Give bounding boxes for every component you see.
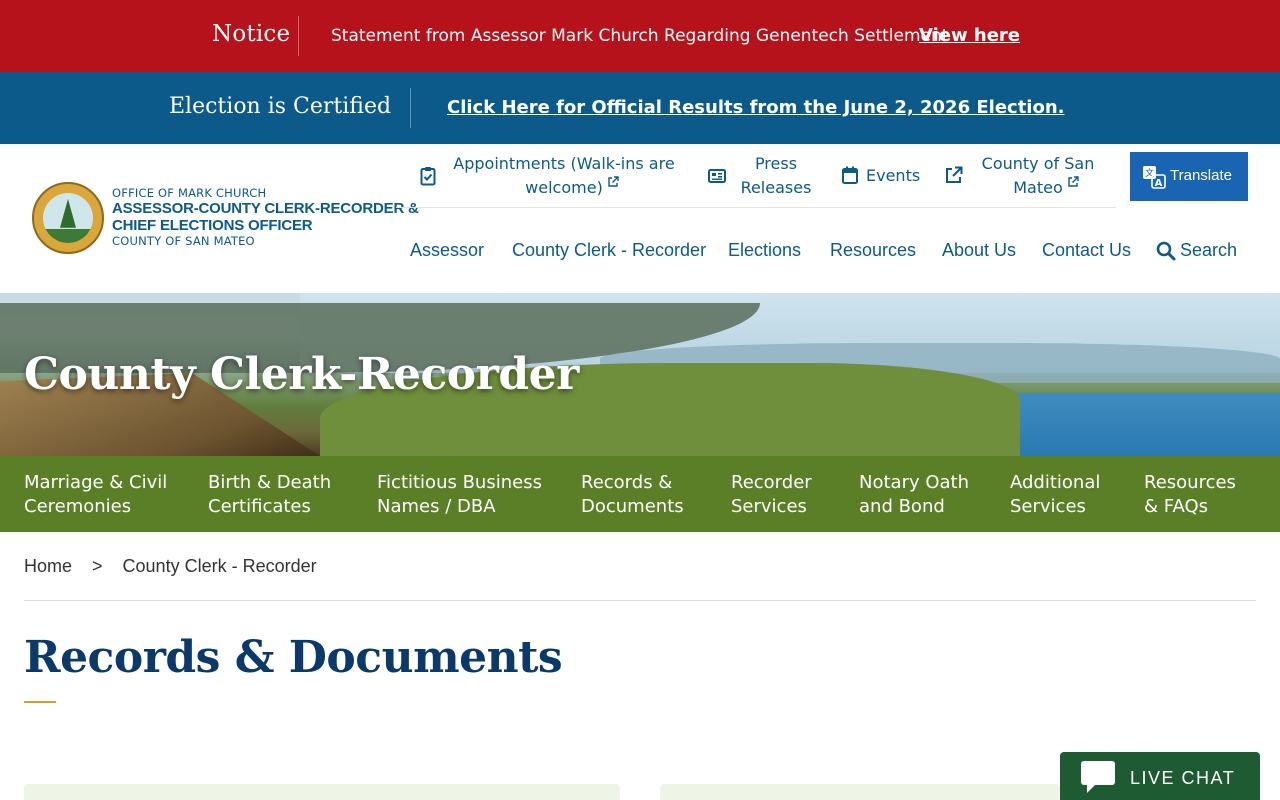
subnav-label: Services <box>1010 496 1086 517</box>
notice-view-link[interactable]: View here <box>919 25 1020 46</box>
calendar-icon <box>842 166 858 184</box>
county-of-san-mateo-link[interactable]: County of San Mateo <box>976 152 1100 200</box>
section-nav: Marriage & Civil Ceremonies Birth & Deat… <box>0 456 1280 532</box>
hero-title: County Clerk-Recorder <box>24 349 579 400</box>
subnav-birth-death[interactable]: Birth & Death Certificates <box>208 471 331 519</box>
press-releases-link[interactable]: Press Releases <box>732 152 820 200</box>
election-label: Election is Certified <box>169 94 392 119</box>
breadcrumb-divider <box>24 600 1256 601</box>
nav-resources[interactable]: Resources <box>830 240 916 261</box>
breadcrumb: Home > County Clerk - Recorder <box>24 556 317 577</box>
chat-bubble-icon <box>1081 761 1115 793</box>
notice-label: Notice <box>212 21 291 47</box>
subnav-resources-faqs[interactable]: Resources & FAQs <box>1144 471 1236 519</box>
appointments-line2: welcome) <box>525 178 603 197</box>
search-icon <box>1156 241 1176 261</box>
breadcrumb-home[interactable]: Home <box>24 556 72 576</box>
external-link-icon <box>946 166 963 183</box>
logo-line-county: COUNTY OF SAN MATEO <box>112 234 255 248</box>
subnav-label: and Bond <box>859 496 945 517</box>
page-title: Records & Documents <box>24 632 563 683</box>
notice-text: Statement from Assessor Mark Church Rega… <box>331 26 949 46</box>
search-button[interactable]: Search <box>1156 240 1237 261</box>
content-card[interactable] <box>24 784 620 800</box>
breadcrumb-current: County Clerk - Recorder <box>122 556 317 576</box>
external-link-icon <box>1068 176 1079 187</box>
logo-line-subtitle: CHIEF ELECTIONS OFFICER <box>112 217 313 234</box>
subnav-records-documents[interactable]: Records & Documents <box>581 471 684 519</box>
county-line2: Mateo <box>1013 178 1063 197</box>
subnav-label: Ceremonies <box>24 496 132 517</box>
county-line1: County of San <box>981 154 1095 173</box>
live-chat-button[interactable]: LIVE CHAT <box>1060 752 1260 800</box>
live-chat-label: LIVE CHAT <box>1130 768 1236 788</box>
search-label: Search <box>1180 240 1238 260</box>
breadcrumb-separator: > <box>92 556 103 576</box>
subnav-label: Birth & Death <box>208 472 332 493</box>
subnav-label: Resources <box>1144 472 1236 493</box>
subnav-label: Certificates <box>208 496 311 517</box>
nav-contact-us[interactable]: Contact Us <box>1042 240 1131 261</box>
subnav-label: Documents <box>581 496 684 517</box>
appointments-line1: Appointments (Walk-ins are <box>453 154 675 173</box>
subnav-fictitious-business[interactable]: Fictitious Business Names / DBA <box>377 471 542 519</box>
newspaper-icon <box>708 169 726 183</box>
subnav-label: Fictitious Business <box>377 472 542 493</box>
nav-elections[interactable]: Elections <box>728 240 801 261</box>
subnav-label: Additional <box>1010 472 1101 493</box>
subnav-label: & FAQs <box>1144 496 1209 517</box>
subnav-label: Services <box>731 496 807 517</box>
translate-button[interactable]: 文 A Translate <box>1130 152 1248 201</box>
subnav-label: Notary Oath <box>859 472 970 493</box>
hero-banner: County Clerk-Recorder <box>0 293 1280 456</box>
svg-text:A: A <box>1155 178 1163 189</box>
logo-line-title: ASSESSOR-COUNTY CLERK-RECORDER & <box>112 200 419 217</box>
election-bar: Election is Certified Click Here for Off… <box>0 72 1280 144</box>
notice-divider <box>298 16 299 56</box>
logo-line-office: OFFICE OF MARK CHURCH <box>112 186 267 200</box>
county-seal-icon <box>32 182 104 254</box>
press-line2: Releases <box>740 178 812 197</box>
nav-assessor[interactable]: Assessor <box>410 240 484 261</box>
external-link-icon <box>608 176 619 187</box>
subnav-label: Names / DBA <box>377 496 496 517</box>
events-link[interactable]: Events <box>866 164 920 188</box>
subnav-label: Records & <box>581 472 673 493</box>
utility-nav: Appointments (Walk-ins are welcome) Pres… <box>396 144 1116 208</box>
subnav-label: Recorder <box>731 472 812 493</box>
translate-icon: 文 A <box>1143 166 1166 189</box>
subnav-marriage[interactable]: Marriage & Civil Ceremonies <box>24 471 167 519</box>
election-divider <box>410 88 411 128</box>
clipboard-check-icon <box>420 167 436 186</box>
nav-about-us[interactable]: About Us <box>942 240 1016 261</box>
nav-county-clerk-recorder[interactable]: County Clerk - Recorder <box>512 240 706 261</box>
site-header: OFFICE OF MARK CHURCH ASSESSOR-COUNTY CL… <box>0 144 1280 293</box>
appointments-link[interactable]: Appointments (Walk-ins are welcome) <box>448 152 680 200</box>
press-line1: Press <box>754 154 798 173</box>
election-results-link[interactable]: Click Here for Official Results from the… <box>447 97 1065 118</box>
subnav-label: Marriage & Civil <box>24 472 168 493</box>
content-card[interactable] <box>660 784 1060 800</box>
subnav-recorder-services[interactable]: Recorder Services <box>731 471 812 519</box>
logo-text: OFFICE OF MARK CHURCH ASSESSOR-COUNTY CL… <box>112 186 419 248</box>
notice-bar: Notice Statement from Assessor Mark Chur… <box>0 0 1280 72</box>
title-accent-rule <box>24 701 56 703</box>
subnav-additional-services[interactable]: Additional Services <box>1010 471 1100 519</box>
subnav-notary[interactable]: Notary Oath and Bond <box>859 471 969 519</box>
translate-label: Translate <box>1170 167 1232 184</box>
